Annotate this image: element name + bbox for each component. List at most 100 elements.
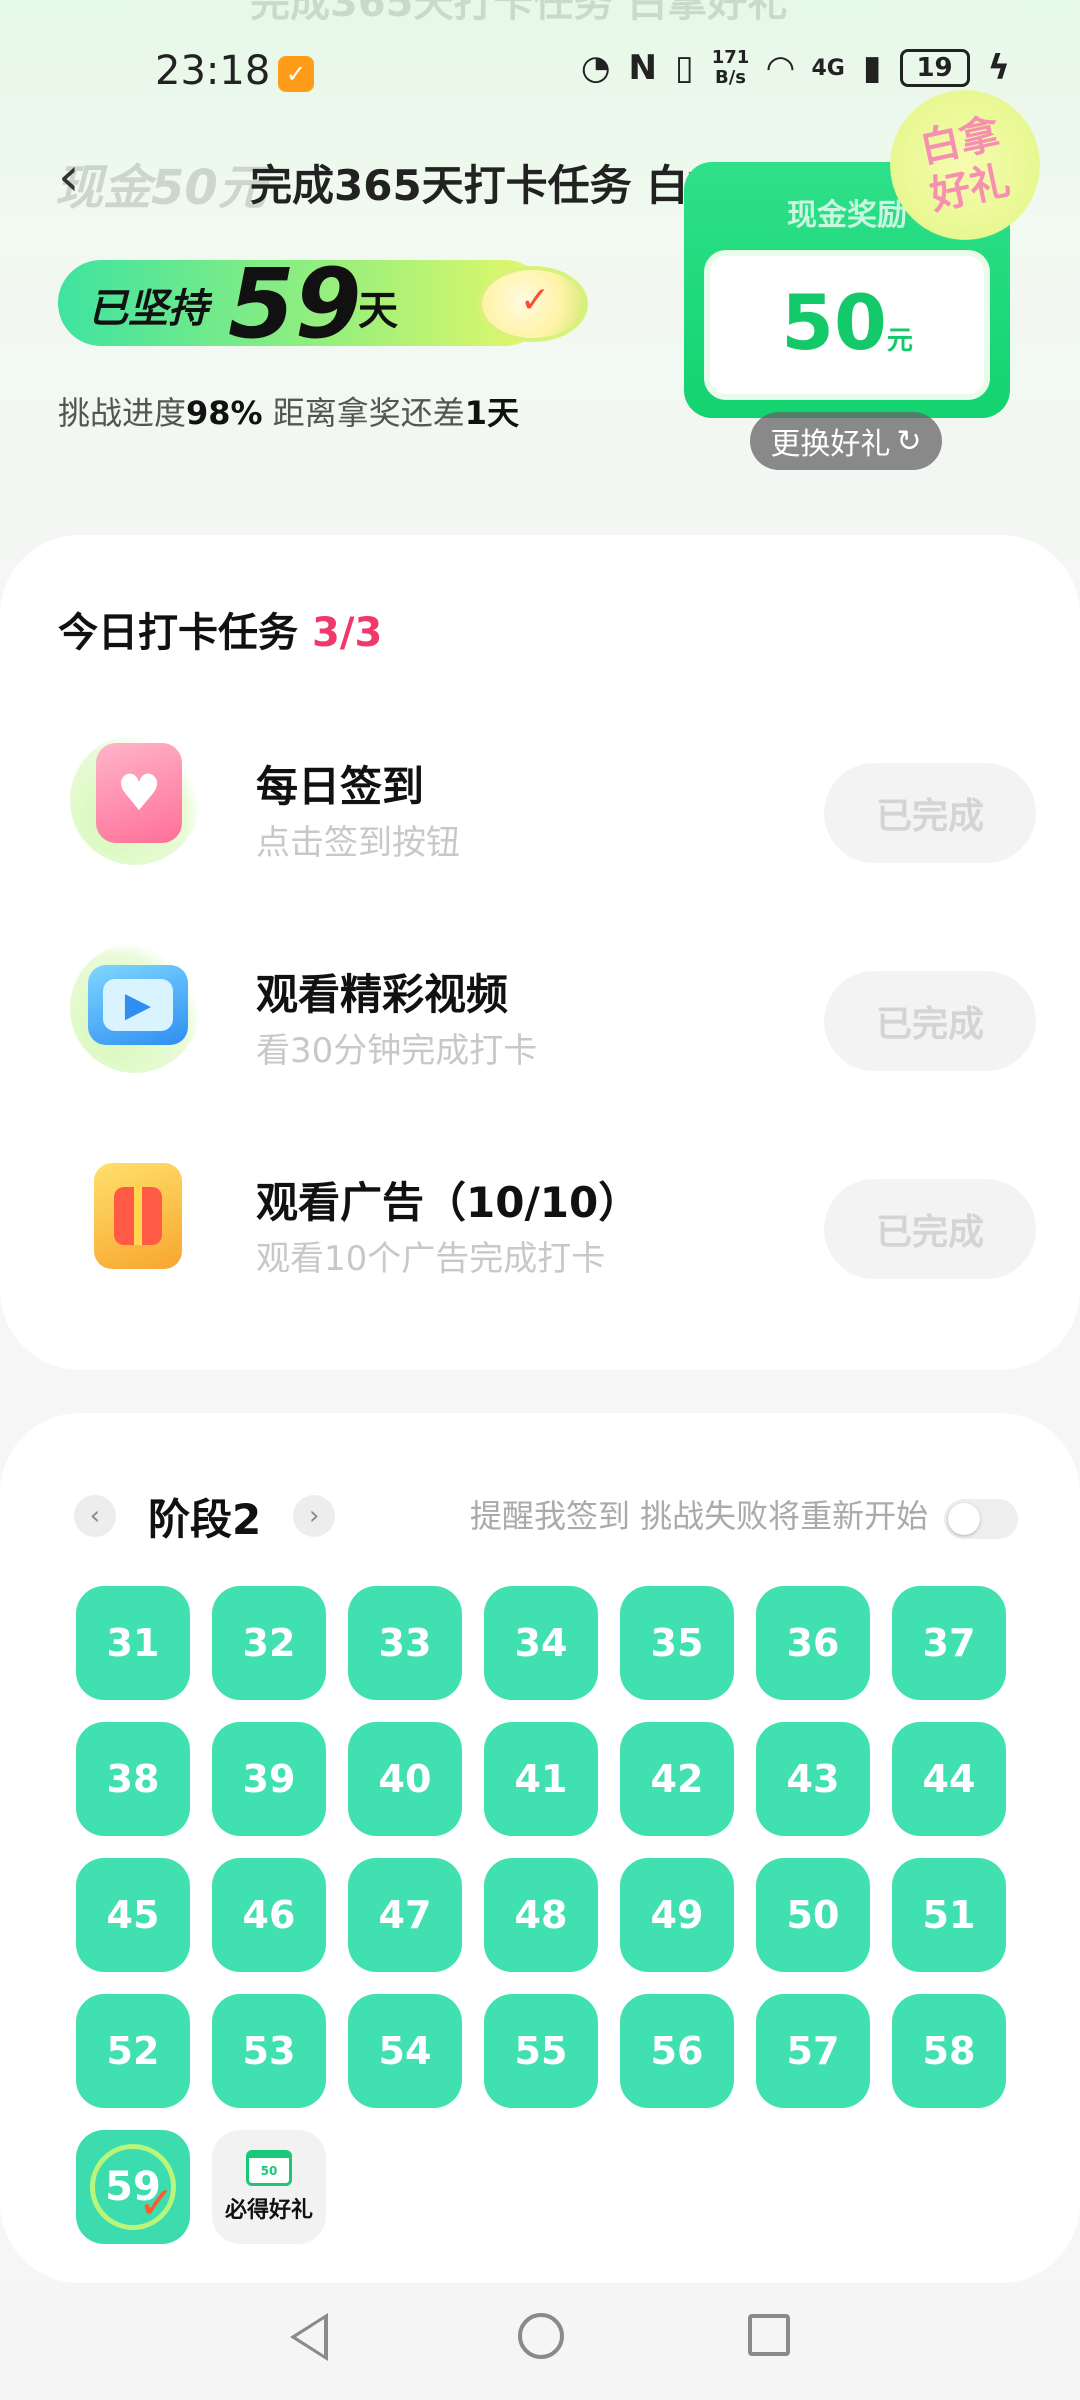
day-cell[interactable]: 42 <box>620 1722 734 1836</box>
task-subtitle: 看30分钟完成打卡 <box>256 1031 538 1071</box>
day-cell[interactable]: 47 <box>348 1858 462 1972</box>
net-speed: 171 B/s <box>712 48 750 88</box>
cash-card-icon: 50 <box>246 2150 292 2186</box>
task-row-sign-in: ♥ 每日签到 点击签到按钮 已完成 <box>0 725 1080 885</box>
day-cell[interactable]: 46 <box>212 1858 326 1972</box>
day-cell[interactable]: 43 <box>756 1722 870 1836</box>
nav-home-icon[interactable] <box>518 2313 564 2359</box>
day-cell[interactable]: 35 <box>620 1586 734 1700</box>
calendar-heart-icon: ♥ <box>96 743 182 843</box>
streak-days: 59 <box>228 248 362 360</box>
system-nav-bar <box>0 2283 1080 2400</box>
day-cell[interactable]: 32 <box>212 1586 326 1700</box>
task-icon-bg: ♥ <box>70 735 200 865</box>
remind-text: 提醒我签到 挑战失败将重新开始 <box>470 1497 929 1535</box>
day-cell[interactable]: 34 <box>484 1586 598 1700</box>
gift-cell[interactable]: 50 必得好礼 <box>212 2130 326 2244</box>
task-subtitle: 观看10个广告完成打卡 <box>256 1239 606 1279</box>
streak-banner: 已坚持 59 天 ✓ <box>58 248 588 360</box>
net-speed-value: 171 <box>711 47 750 68</box>
nfc-icon: N <box>628 48 658 88</box>
day-cell[interactable]: 52 <box>76 1994 190 2108</box>
network-type: 4G <box>811 55 845 81</box>
day-cell[interactable]: 40 <box>348 1722 462 1836</box>
net-speed-unit: B/s <box>715 67 747 88</box>
task-title: 观看精彩视频 <box>256 970 509 1019</box>
stage-nav: ‹ 阶段2 › <box>74 1481 336 1551</box>
task-title: 每日签到 <box>256 762 425 811</box>
app-notification-icon: ✓ <box>278 56 314 92</box>
next-stage-button[interactable]: › <box>293 1495 336 1537</box>
nav-back-icon[interactable] <box>290 2313 328 2361</box>
progress-mid: 距离拿奖还差 <box>272 394 465 432</box>
day-cell[interactable]: 55 <box>484 1994 598 2108</box>
day-cell[interactable]: 58 <box>892 1994 1006 2108</box>
day-cell-current[interactable]: 59 ✓ <box>76 2130 190 2244</box>
day-cell[interactable]: 31 <box>76 1586 190 1700</box>
day-cell[interactable]: 54 <box>348 1994 462 2108</box>
task-icon-bg <box>70 1151 200 1281</box>
task-title: 观看广告（10/10） <box>256 1178 641 1227</box>
status-bar: 23:18 ✓ ◔ N ▯ 171 B/s ◠ 4G ▮ 19 ϟ <box>0 40 1080 110</box>
status-icons: ◔ N ▯ 171 B/s ◠ 4G ▮ 19 ϟ <box>580 48 1010 89</box>
day-cell[interactable]: 57 <box>756 1994 870 2108</box>
prize-amount-unit: 元 <box>886 326 913 356</box>
gift-label: 必得好礼 <box>224 2198 313 2223</box>
task-row-watch-video: ▶ 观看精彩视频 看30分钟完成打卡 已完成 <box>0 933 1080 1093</box>
progress-prefix: 挑战进度 <box>58 394 187 432</box>
day-cell[interactable]: 33 <box>348 1586 462 1700</box>
nav-recent-icon[interactable] <box>748 2314 790 2356</box>
prize-amount: 50元 <box>710 278 984 367</box>
streak-unit: 天 <box>358 288 398 334</box>
vibrate-icon: ▯ <box>675 48 694 88</box>
stage-label: 阶段2 <box>148 1494 262 1544</box>
check-icon: ✓ <box>520 280 551 321</box>
stage-card: ‹ 阶段2 › 提醒我签到 挑战失败将重新开始 31 32 33 34 35 36 37 38… <box>0 1413 1080 2283</box>
day-cell[interactable]: 49 <box>620 1858 734 1972</box>
day-cell[interactable]: 39 <box>212 1722 326 1836</box>
day-cell[interactable]: 37 <box>892 1586 1006 1700</box>
task-icon-bg: ▶ <box>70 943 200 1073</box>
day-cell[interactable]: 41 <box>484 1722 598 1836</box>
ghost-title: 完成365天打卡任务 白拿好礼 <box>250 0 788 26</box>
prize-amount-box: 50元 <box>704 250 990 400</box>
day-cell[interactable]: 38 <box>76 1722 190 1836</box>
progress-value: 98% <box>186 394 263 432</box>
day-cell[interactable]: 45 <box>76 1858 190 1972</box>
video-play-icon: ▶ <box>88 965 188 1045</box>
day-cell[interactable]: 56 <box>620 1994 734 2108</box>
tasks-heading: 今日打卡任务 3/3 <box>58 600 382 658</box>
toggle-knob <box>948 1503 980 1535</box>
challenge-progress: 挑战进度98% 距离拿奖还差1天 <box>58 388 519 434</box>
tasks-count: 3/3 <box>312 610 383 656</box>
task-done-button[interactable]: 已完成 <box>824 763 1036 863</box>
task-done-button[interactable]: 已完成 <box>824 1179 1036 1279</box>
streak-prefix: 已坚持 <box>88 286 208 332</box>
tasks-heading-label: 今日打卡任务 <box>58 610 298 656</box>
signal-icon: ▮ <box>862 48 882 88</box>
prev-stage-button[interactable]: ‹ <box>74 1495 116 1537</box>
charging-icon: ϟ <box>987 48 1010 88</box>
battery-level: 19 <box>899 49 970 87</box>
mascot-icon: ✓ <box>478 266 588 342</box>
hero-header: 完成365天打卡任务 白拿好礼 23:18 ✓ ◔ N ▯ 171 B/s ◠ … <box>0 0 1080 560</box>
remaining-days: 1天 <box>464 394 520 432</box>
refresh-icon: ↻ <box>896 423 922 459</box>
daily-tasks-card: 今日打卡任务 3/3 ♥ 每日签到 点击签到按钮 已完成 ▶ 观看精彩视频 看30… <box>0 535 1080 1370</box>
task-row-watch-ads: 观看广告（10/10） 观看10个广告完成打卡 已完成 <box>0 1141 1080 1301</box>
day-cell[interactable]: 50 <box>756 1858 870 1972</box>
day-cell[interactable]: 51 <box>892 1858 1006 1972</box>
day-cell[interactable]: 48 <box>484 1858 598 1972</box>
check-icon: ✓ <box>138 2178 175 2229</box>
day-cell[interactable]: 36 <box>756 1586 870 1700</box>
day-grid: 31 32 33 34 35 36 37 38 39 40 41 42 43 44 45 46 47 48 49 50… <box>76 1586 1006 2244</box>
day-cell[interactable]: 53 <box>212 1994 326 2108</box>
status-time: 23:18 <box>155 48 271 94</box>
remind-toggle[interactable] <box>944 1499 1018 1539</box>
wifi-icon: ◠ <box>767 48 794 88</box>
back-button[interactable]: ‹ <box>58 150 108 208</box>
speedometer-icon: ◔ <box>580 48 611 88</box>
day-cell[interactable]: 44 <box>892 1722 1006 1836</box>
swap-gift-button[interactable]: 更换好礼 ↻ <box>750 412 942 470</box>
task-done-button[interactable]: 已完成 <box>824 971 1036 1071</box>
